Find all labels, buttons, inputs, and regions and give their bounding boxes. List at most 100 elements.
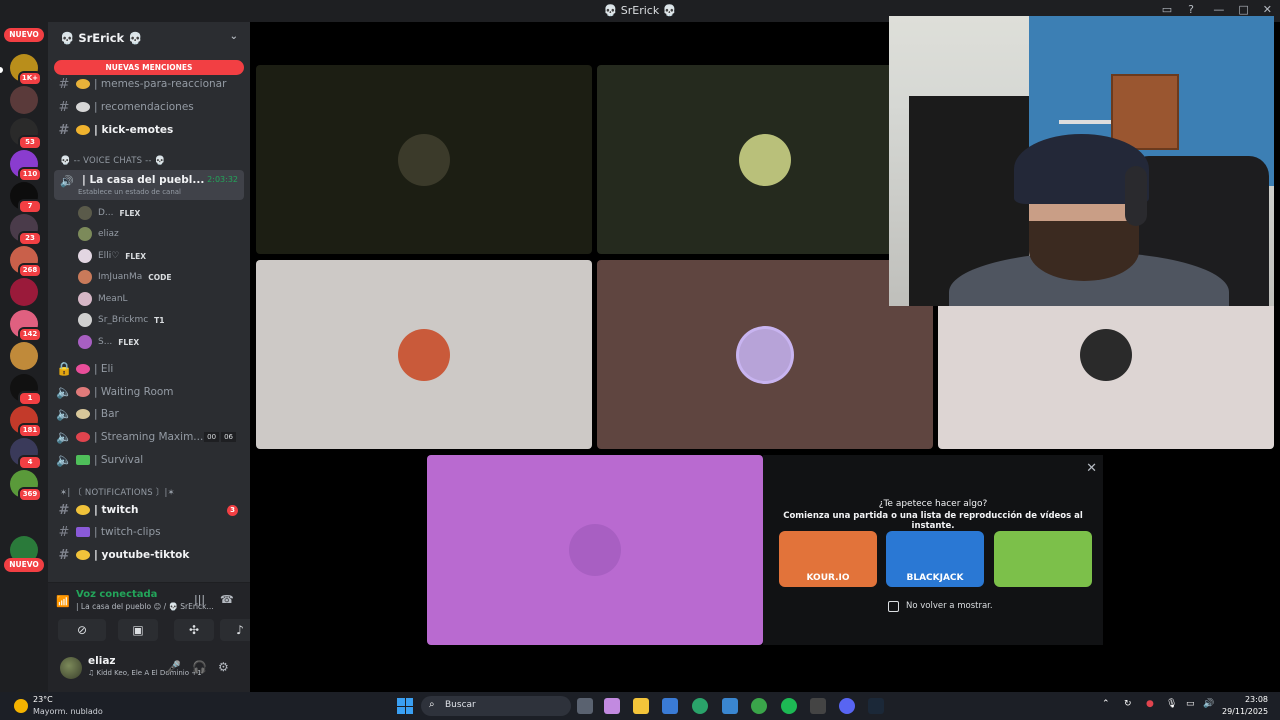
participant-tile[interactable] <box>427 455 763 645</box>
active-voice-channel[interactable]: 🔊 | La casa del puebl... Establece un es… <box>54 170 244 200</box>
disconnect-icon[interactable]: ☎ <box>220 593 234 606</box>
inbox-icon[interactable]: ▭ <box>1162 3 1172 16</box>
server-icon[interactable]: 1K+ <box>10 54 42 86</box>
voice-channel-streaming[interactable]: 🔈 | Streaming Maxim... 00 06 <box>56 427 242 447</box>
participant-tile[interactable] <box>597 260 933 449</box>
spotify-icon[interactable] <box>781 698 797 714</box>
folder-icon[interactable] <box>17 510 31 524</box>
avatar[interactable] <box>60 657 82 679</box>
lock-icon: 🔒 <box>56 361 73 377</box>
participant-tile[interactable] <box>256 65 592 254</box>
camera-off-button[interactable]: ⊘ <box>58 619 106 641</box>
emoji-icon <box>76 79 90 89</box>
mic-tray-icon[interactable]: 🎙 <box>1166 699 1177 709</box>
discord-icon[interactable] <box>839 698 855 714</box>
minimize-icon[interactable]: — <box>1213 3 1224 16</box>
record-icon[interactable]: ● <box>1146 699 1154 709</box>
close-icon[interactable]: ✕ <box>1086 461 1097 476</box>
voice-member[interactable]: Sr_Brickmc T1 <box>78 311 165 329</box>
server-icon[interactable]: 1 <box>10 374 42 406</box>
new-mentions-bar[interactable]: NUEVAS MENCIONES <box>54 60 244 75</box>
channel-twitch[interactable]: # | twitch 3 <box>56 500 242 520</box>
file-explorer-icon[interactable] <box>633 698 649 714</box>
voice-category[interactable]: 💀 -- VOICE CHATS -- 💀 <box>60 156 165 166</box>
participant-tile[interactable] <box>597 65 933 254</box>
server-icon[interactable]: 142 <box>10 310 42 342</box>
voice-channel-survival[interactable]: 🔈 | Survival <box>56 450 242 470</box>
green-square-icon <box>76 455 90 465</box>
server-icon[interactable]: 369 <box>10 470 42 502</box>
server-icon[interactable]: 53 <box>10 118 42 150</box>
channel-status[interactable]: Establece un estado de canal <box>78 188 181 196</box>
voice-channel-eli[interactable]: 🔒 | Eli <box>56 359 242 379</box>
game-card-farm[interactable] <box>994 531 1092 587</box>
server-icon[interactable]: 4 <box>10 438 42 470</box>
notifications-category[interactable]: ✶| 〔 NOTIFICATIONS 〕|✶ <box>60 486 175 498</box>
volume-icon[interactable]: 🔊 <box>1203 699 1214 709</box>
server-icon[interactable]: 181 <box>10 406 42 438</box>
weather-temp[interactable]: 23°C <box>33 695 53 704</box>
clock-time[interactable]: 23:08 <box>1222 695 1268 704</box>
voice-member[interactable]: Elli♡ FLEX <box>78 247 146 265</box>
channel-youtube-tiktok[interactable]: # | youtube-tiktok <box>56 545 242 565</box>
server-icon[interactable] <box>10 342 38 370</box>
voice-channel-bar[interactable]: 🔈 | Bar <box>56 404 242 424</box>
server-icon[interactable] <box>10 86 38 114</box>
windows-start-icon[interactable] <box>397 698 413 714</box>
new-badge-bottom[interactable]: NUEVO <box>4 558 44 572</box>
noise-suppression-icon[interactable]: ||| <box>194 593 205 606</box>
store-icon[interactable] <box>662 698 678 714</box>
taskbar-search[interactable]: ⌕ Buscar <box>421 696 571 716</box>
close-window-icon[interactable]: ✕ <box>1263 3 1272 16</box>
sync-icon[interactable]: ↻ <box>1124 699 1132 709</box>
weather-desc[interactable]: Mayorm. nublado <box>33 707 103 716</box>
voice-connected-label[interactable]: Voz conectada <box>76 589 157 600</box>
maximize-icon[interactable]: □ <box>1238 3 1248 16</box>
voice-member[interactable]: MeanL <box>78 290 134 308</box>
outlook-icon[interactable] <box>722 698 738 714</box>
network-icon[interactable]: ▭ <box>1186 699 1195 709</box>
channel-recomendaciones[interactable]: # | recomendaciones <box>56 97 242 117</box>
server-icon[interactable]: 23 <box>10 214 42 246</box>
copilot-icon[interactable] <box>604 698 620 714</box>
channel-memes[interactable]: # | memes-para-reaccionar <box>56 74 242 94</box>
username[interactable]: eliaz <box>88 655 116 667</box>
obs-icon[interactable] <box>810 698 826 714</box>
voice-member[interactable]: ImJuanMa CODE <box>78 268 172 286</box>
task-view-icon[interactable] <box>577 698 593 714</box>
bell-icon <box>76 550 90 560</box>
voice-member[interactable]: eliaz <box>78 225 125 243</box>
server-icon[interactable] <box>10 278 38 306</box>
channel-kick-emotes[interactable]: # | kick-emotes <box>56 120 242 140</box>
weather-icon[interactable] <box>14 699 28 713</box>
server-icon[interactable]: 268 <box>10 246 42 278</box>
gear-icon[interactable]: ⚙ <box>218 660 229 674</box>
activities-button[interactable]: ✣ <box>174 619 214 641</box>
hash-icon: # <box>58 502 70 518</box>
server-icon[interactable]: 7 <box>10 182 42 214</box>
game-card-kour[interactable]: KOUR.IO <box>779 531 877 587</box>
microphone-icon[interactable]: 🎤 <box>166 660 181 674</box>
clock-date[interactable]: 29/11/2025 <box>1222 707 1268 716</box>
server-icon[interactable]: 110 <box>10 150 42 182</box>
dont-show-checkbox[interactable] <box>888 601 899 612</box>
participant-tile[interactable] <box>256 260 592 449</box>
signal-icon[interactable]: 📶 <box>56 595 70 608</box>
guild-header[interactable]: 💀 SrErick 💀 ⌄ <box>48 22 250 54</box>
user-activity: ♫ Kidd Keo, Ele A El Dominio +1 <box>88 669 202 677</box>
help-icon[interactable]: ? <box>1188 3 1194 16</box>
steam-icon[interactable] <box>868 698 884 714</box>
voice-channel-waiting-room[interactable]: 🔈 | Waiting Room <box>56 382 242 402</box>
new-badge-top[interactable]: NUEVO <box>4 28 44 42</box>
edge-icon[interactable] <box>692 698 708 714</box>
screen-share-button[interactable]: ▣ <box>118 619 158 641</box>
voice-member[interactable]: D... FLEX <box>78 204 140 222</box>
voice-member[interactable]: S... FLEX <box>78 333 139 351</box>
dont-show-label[interactable]: No volver a mostrar. <box>906 601 993 611</box>
chevron-up-icon[interactable]: ⌃ <box>1102 699 1110 709</box>
chrome-icon[interactable] <box>751 698 767 714</box>
game-card-blackjack[interactable]: BLACKJACK <box>886 531 984 587</box>
headphones-icon[interactable]: 🎧 <box>192 660 207 674</box>
channel-twitch-clips[interactable]: # | twitch-clips <box>56 522 242 542</box>
voice-channel-name: | La casa del puebl... <box>82 174 205 186</box>
